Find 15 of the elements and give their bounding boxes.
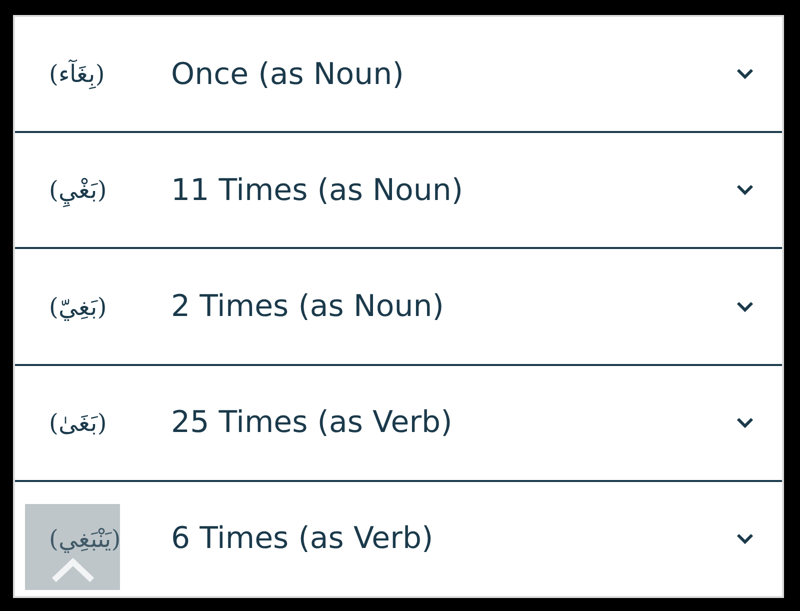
- arabic-word: (يَنْبَغِي): [49, 524, 122, 553]
- occurrence-label: 6 Times (as Verb): [171, 521, 434, 556]
- chevron-down-icon[interactable]: [736, 184, 754, 196]
- chevron-down-icon[interactable]: [736, 300, 754, 312]
- chevron-down-icon[interactable]: [736, 68, 754, 80]
- chevron-down-icon[interactable]: [736, 532, 754, 545]
- occurrence-label: 25 Times (as Verb): [171, 405, 454, 440]
- occurrence-label: 2 Times (as Noun): [171, 289, 445, 324]
- occurrence-label: Once (as Noun): [171, 56, 405, 92]
- arabic-word: (بِغَآء): [49, 60, 106, 88]
- scroll-to-top-button[interactable]: [25, 504, 120, 590]
- occurrence-label: 11 Times (as Noun): [171, 172, 464, 208]
- arabic-word: (بَغَىٰ): [49, 408, 108, 437]
- arabic-word: (بَغِيّ): [49, 292, 108, 320]
- chevron-down-icon[interactable]: [736, 416, 754, 429]
